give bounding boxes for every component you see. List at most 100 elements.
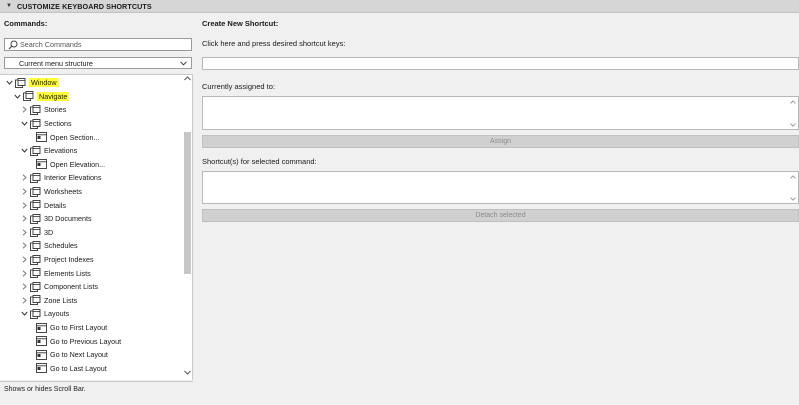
tree-item[interactable]: Go to Next Layout — [34, 348, 108, 362]
folder-icon — [30, 213, 41, 224]
scroll-up-icon[interactable] — [184, 76, 191, 81]
chevron-right-icon[interactable] — [21, 270, 28, 277]
tree-item[interactable]: Open Section... — [34, 130, 100, 144]
tree-item-label: 3D — [44, 227, 54, 237]
chevron-right-icon[interactable] — [21, 188, 28, 195]
scroll-down-icon[interactable] — [790, 197, 796, 201]
chevron-down-icon[interactable] — [14, 93, 21, 100]
command-icon — [36, 349, 47, 360]
tree-item[interactable]: Elements Lists — [21, 266, 91, 280]
tree-item-label: Open Section... — [50, 132, 100, 142]
folder-icon — [30, 173, 41, 183]
tree-item-label: Layouts — [44, 309, 70, 319]
folder-icon — [30, 118, 41, 129]
tree-item-label: Stories — [44, 105, 67, 115]
scroll-up-icon[interactable] — [790, 100, 796, 104]
commands-tree[interactable]: Window Navigate Stories Sections Open Sectio… — [0, 74, 193, 380]
chevron-down-icon[interactable] — [6, 79, 13, 86]
tree-item-label: Schedules — [44, 241, 78, 251]
shortcuts-list[interactable] — [202, 171, 799, 204]
tree-item[interactable]: Go to First Layout — [34, 321, 107, 335]
folder-icon — [30, 241, 41, 251]
tree-item[interactable]: Schedules — [21, 239, 78, 253]
tree-item-label: 3D Documents — [44, 214, 92, 224]
tree-item-label: Project Indexes — [44, 255, 94, 265]
tree-item[interactable]: Navigate — [14, 90, 70, 104]
tree-item[interactable]: 3D — [21, 226, 53, 240]
command-icon — [36, 336, 47, 347]
folder-icon — [30, 254, 41, 265]
folder-icon — [30, 200, 41, 211]
tree-item-label: Elements Lists — [44, 268, 91, 278]
command-icon — [36, 132, 47, 143]
assign-button[interactable]: Assign — [202, 135, 799, 148]
tree-item[interactable]: Project Indexes — [21, 253, 94, 267]
folder-icon — [30, 186, 41, 197]
tree-item-label: Details — [44, 200, 66, 210]
tree-item[interactable]: Component Lists — [21, 280, 98, 294]
chevron-right-icon[interactable] — [21, 106, 28, 114]
tree-item[interactable]: Layouts — [21, 307, 69, 321]
chevron-right-icon[interactable] — [21, 242, 28, 250]
tree-item[interactable]: Worksheets — [21, 185, 82, 199]
chevron-right-icon[interactable] — [21, 215, 28, 222]
tree-item-label: Worksheets — [44, 187, 82, 197]
chevron-down-icon[interactable] — [21, 147, 28, 154]
tree-item-label: Go to Previous Layout — [50, 336, 122, 346]
chevron-right-icon[interactable] — [21, 283, 28, 290]
assigned-label: Currently assigned to: — [202, 82, 275, 91]
tree-item[interactable]: Go to Last Layout — [34, 362, 107, 376]
shortcut-key-field[interactable] — [202, 57, 799, 70]
tree-item[interactable]: Go to Previous Layout — [34, 334, 121, 348]
chevron-right-icon[interactable] — [21, 256, 28, 263]
tree-item[interactable]: Window — [6, 76, 59, 90]
tree-item-label: Zone Lists — [44, 295, 78, 305]
shortcuts-for-command-label: Shortcut(s) for selected command: — [202, 157, 317, 166]
press-keys-label: Click here and press desired shortcut ke… — [202, 39, 346, 48]
create-shortcut-label: Create New Shortcut: — [202, 19, 279, 28]
tree-item[interactable]: Interior Elevations — [21, 171, 102, 185]
folder-icon — [30, 145, 41, 156]
folder-icon — [30, 281, 41, 292]
command-icon — [36, 159, 47, 170]
panel-header[interactable]: ▼ CUSTOMIZE KEYBOARD SHORTCUTS — [0, 0, 799, 13]
menu-structure-value: Current menu structure — [19, 58, 93, 68]
detach-selected-button[interactable]: Detach selected — [202, 209, 799, 222]
tree-item[interactable]: Stories — [21, 103, 66, 117]
chevron-down-icon[interactable] — [21, 310, 28, 317]
collapse-triangle-icon[interactable]: ▼ — [6, 3, 12, 9]
chevron-right-icon[interactable] — [21, 297, 28, 304]
tree-item-label: Component Lists — [44, 282, 98, 292]
tree-item-label: Go to Next Layout — [50, 350, 108, 360]
scroll-down-icon[interactable] — [790, 123, 796, 127]
folder-icon — [30, 295, 41, 306]
command-icon — [36, 363, 47, 374]
chevron-right-icon[interactable] — [21, 202, 28, 209]
chevron-right-icon[interactable] — [21, 229, 28, 236]
menu-structure-select[interactable]: Current menu structure — [4, 57, 192, 69]
tree-item-label: Go to Last Layout — [50, 363, 107, 373]
folder-icon — [30, 309, 41, 319]
panel-title: CUSTOMIZE KEYBOARD SHORTCUTS — [16, 1, 152, 11]
tree-item[interactable]: Zone Lists — [21, 294, 77, 308]
chevron-down-icon[interactable] — [21, 120, 28, 127]
tree-item[interactable]: Sections — [21, 117, 72, 131]
search-input[interactable]: Search Commands — [4, 38, 192, 51]
search-icon — [8, 40, 18, 49]
search-placeholder: Search Commands — [20, 40, 82, 49]
tree-item[interactable]: Elevations — [21, 144, 77, 158]
tree-item-label: Navigate — [37, 91, 70, 101]
tree-item[interactable]: 3D Documents — [21, 212, 92, 226]
scroll-down-icon[interactable] — [184, 370, 191, 375]
tree-item[interactable]: Details — [21, 198, 66, 212]
assigned-list[interactable] — [202, 96, 799, 130]
chevron-right-icon[interactable] — [21, 174, 28, 182]
tree-item[interactable]: Open Elevation... — [34, 158, 105, 172]
command-description: Shows or hides Scroll Bar. — [0, 381, 193, 405]
tree-item-label: Window — [29, 78, 59, 88]
command-icon — [36, 322, 47, 333]
scroll-up-icon[interactable] — [790, 175, 796, 179]
tree-scrollbar[interactable] — [183, 74, 192, 380]
scrollbar-thumb[interactable] — [184, 132, 191, 274]
tree-item-label: Open Elevation... — [50, 159, 106, 169]
